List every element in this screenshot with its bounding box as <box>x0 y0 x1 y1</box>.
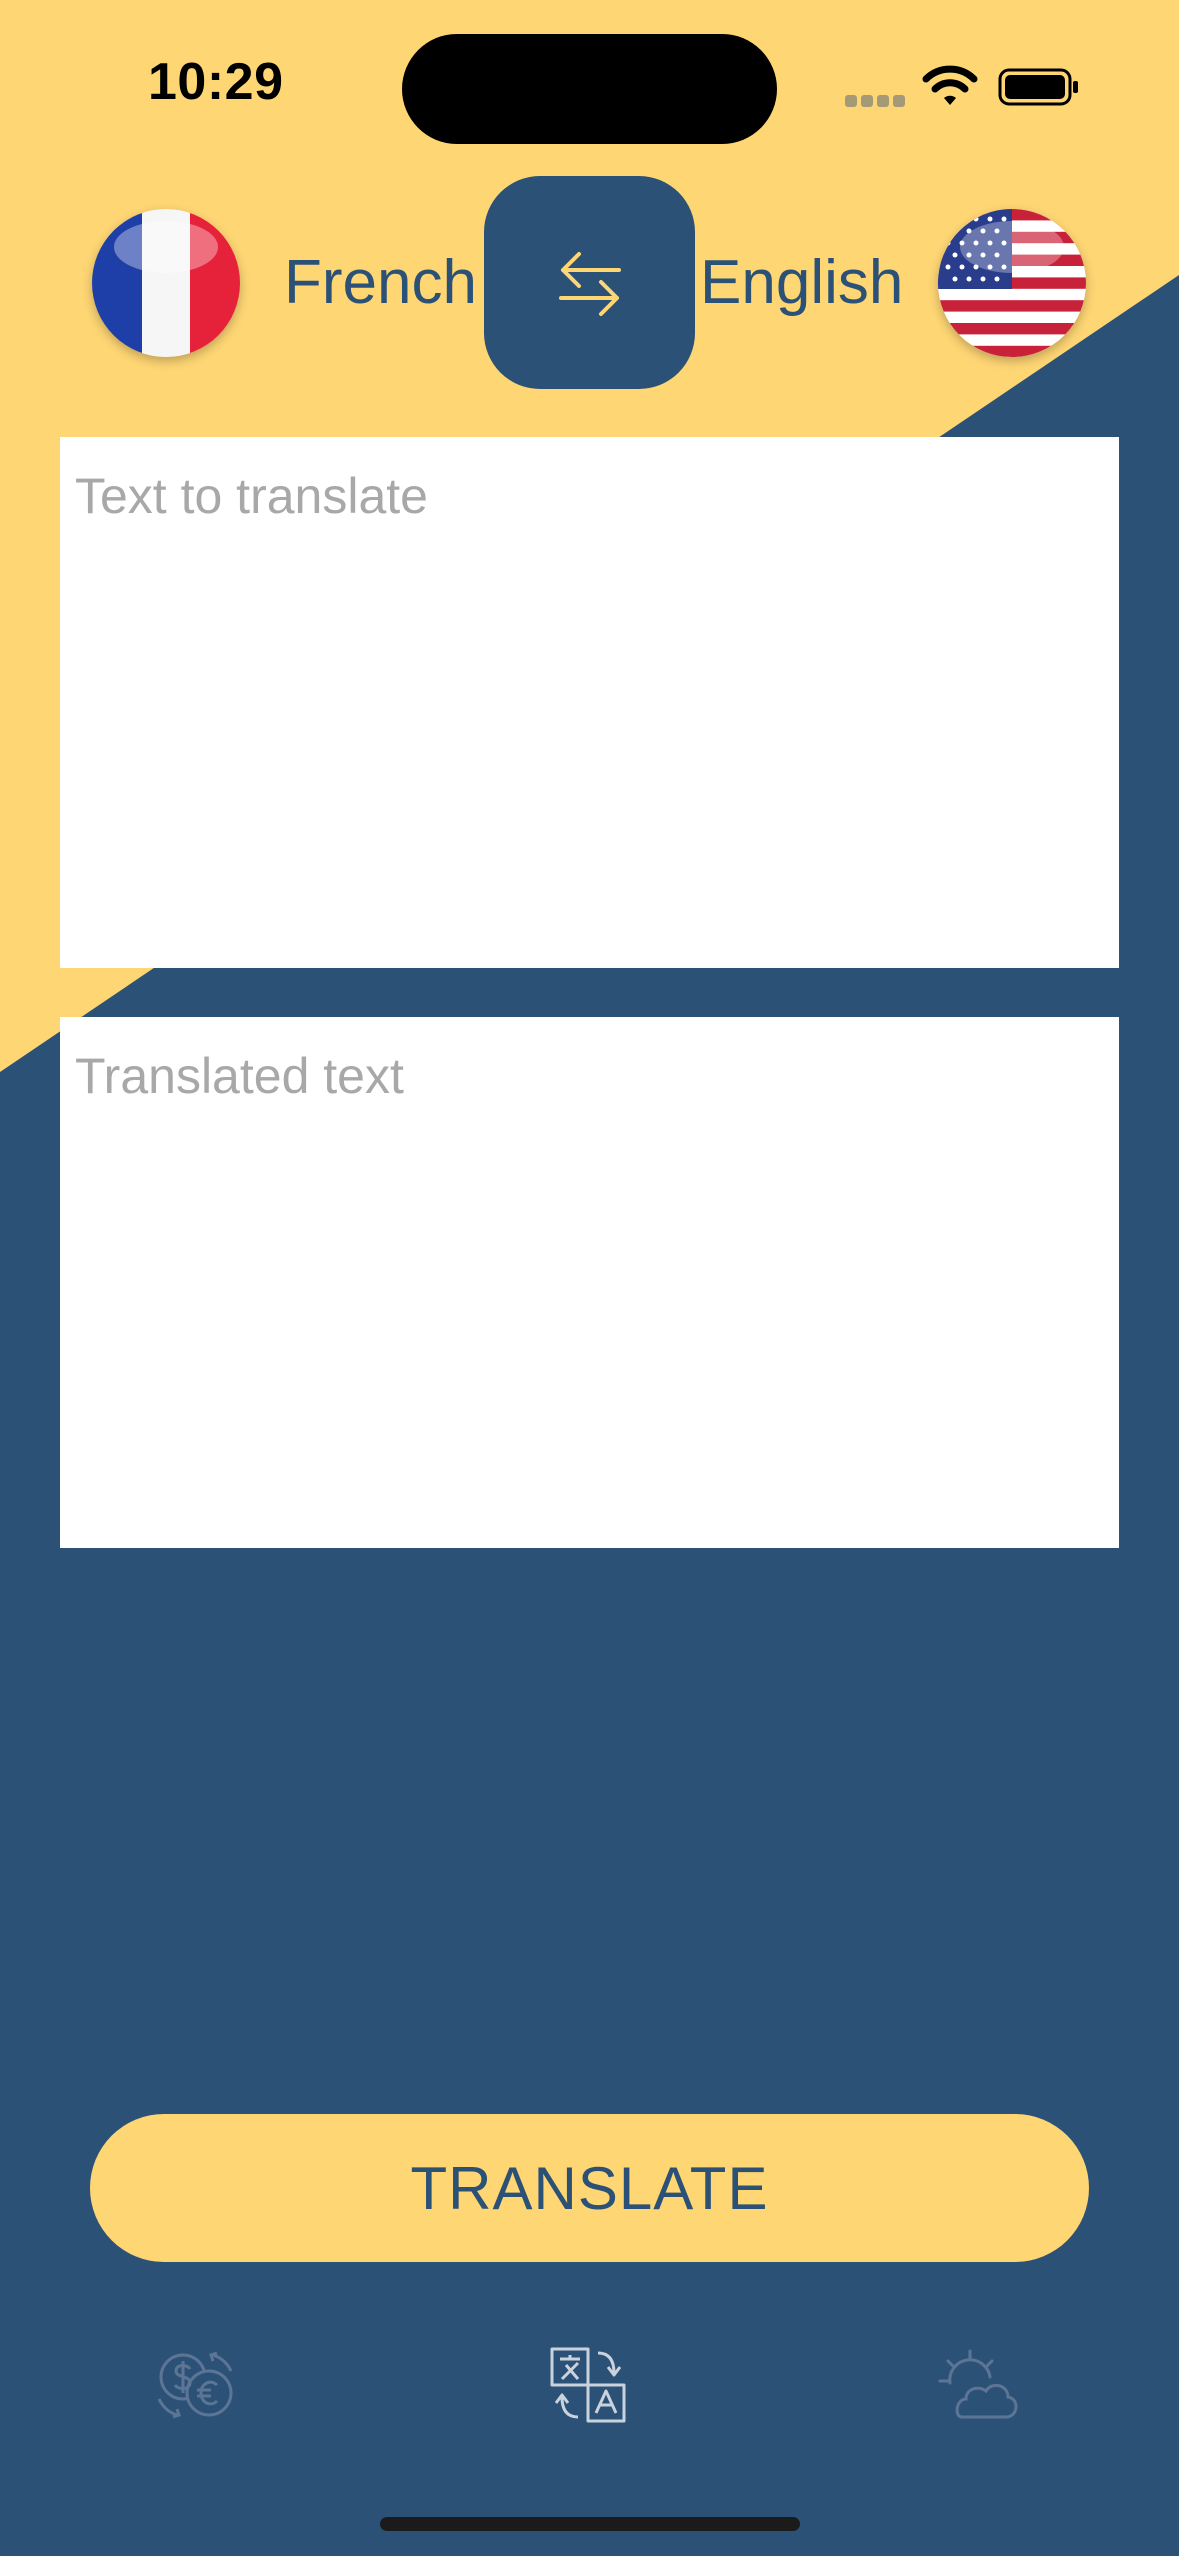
translator-screen: 10:29 French English Text to translate T… <box>0 0 1179 2556</box>
translate-icon <box>550 2347 626 2423</box>
home-indicator <box>380 2517 800 2531</box>
target-language-label[interactable]: English <box>700 252 903 314</box>
weather-icon <box>938 2349 1018 2419</box>
wifi-icon <box>922 65 978 105</box>
source-language-label[interactable]: French <box>284 252 477 314</box>
swap-arrows-icon <box>558 251 621 316</box>
source-text-input[interactable] <box>60 437 1119 968</box>
dynamic-island <box>402 34 777 144</box>
translate-button[interactable]: TRANSLATE <box>90 2114 1089 2262</box>
cellular-signal-icon <box>845 95 905 107</box>
tab-translate[interactable] <box>533 2330 643 2440</box>
tab-currency[interactable] <box>140 2330 250 2440</box>
currency-exchange-icon <box>157 2351 233 2419</box>
swap-languages-button[interactable] <box>484 176 695 389</box>
status-time: 10:29 <box>148 53 284 111</box>
usa-flag-icon[interactable] <box>938 209 1086 357</box>
france-flag-icon[interactable] <box>92 209 240 357</box>
battery-icon <box>998 68 1078 106</box>
translated-text-output[interactable] <box>60 1017 1119 1548</box>
tab-weather[interactable] <box>925 2330 1035 2440</box>
